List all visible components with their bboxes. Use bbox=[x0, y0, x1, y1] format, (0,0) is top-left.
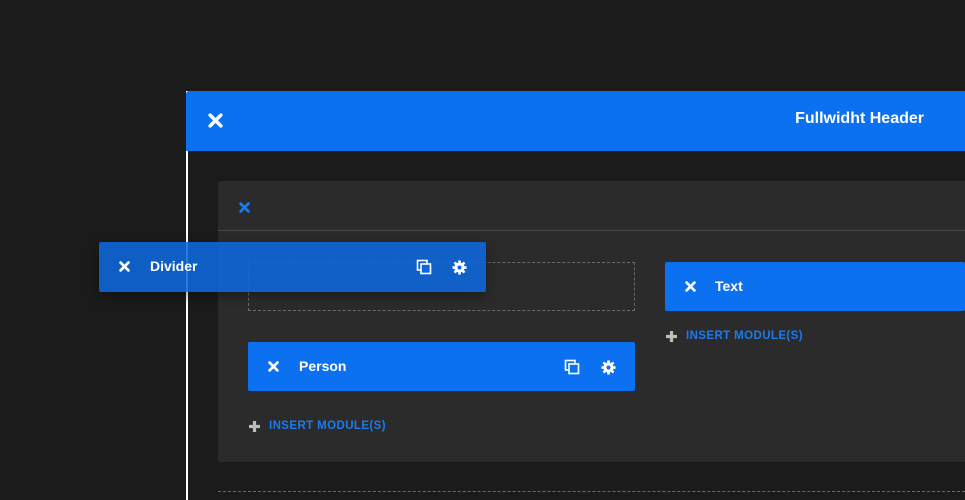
plus-icon bbox=[666, 330, 677, 342]
divider-settings-button[interactable] bbox=[449, 257, 469, 277]
person-settings-button[interactable] bbox=[598, 357, 618, 377]
close-icon bbox=[238, 201, 250, 213]
person-remove-button[interactable] bbox=[264, 357, 283, 376]
divider-module-dragging[interactable]: Divider bbox=[99, 242, 486, 292]
close-icon bbox=[119, 261, 130, 272]
plus-icon bbox=[249, 420, 260, 432]
section-title: Fullwidht Header bbox=[795, 110, 924, 127]
divider-duplicate-button[interactable] bbox=[414, 257, 434, 277]
row-toolbar bbox=[218, 181, 965, 231]
text-remove-button[interactable] bbox=[681, 277, 700, 296]
person-module[interactable]: Person bbox=[248, 342, 635, 391]
person-duplicate-button[interactable] bbox=[562, 357, 582, 377]
insert-module-right-label: INSERT MODULE(S) bbox=[686, 330, 803, 342]
gear-icon bbox=[600, 359, 616, 375]
insert-module-left-label: INSERT MODULE(S) bbox=[269, 420, 386, 432]
divider-remove-button[interactable] bbox=[115, 257, 134, 276]
close-icon bbox=[685, 281, 696, 292]
text-module-label: Text bbox=[715, 278, 743, 294]
row-close-button[interactable] bbox=[234, 197, 254, 217]
insert-module-right[interactable]: INSERT MODULE(S) bbox=[665, 329, 803, 343]
divider-module-label: Divider bbox=[150, 258, 198, 274]
close-icon bbox=[207, 112, 223, 128]
person-module-label: Person bbox=[299, 358, 347, 374]
next-drop-area-edge bbox=[218, 491, 965, 500]
gear-icon bbox=[451, 259, 467, 275]
duplicate-icon bbox=[564, 359, 580, 375]
close-icon bbox=[268, 361, 279, 372]
duplicate-icon bbox=[416, 259, 432, 275]
insert-module-left[interactable]: INSERT MODULE(S) bbox=[248, 419, 386, 433]
text-module[interactable]: Text bbox=[665, 262, 965, 311]
section-close-button[interactable] bbox=[205, 110, 225, 130]
